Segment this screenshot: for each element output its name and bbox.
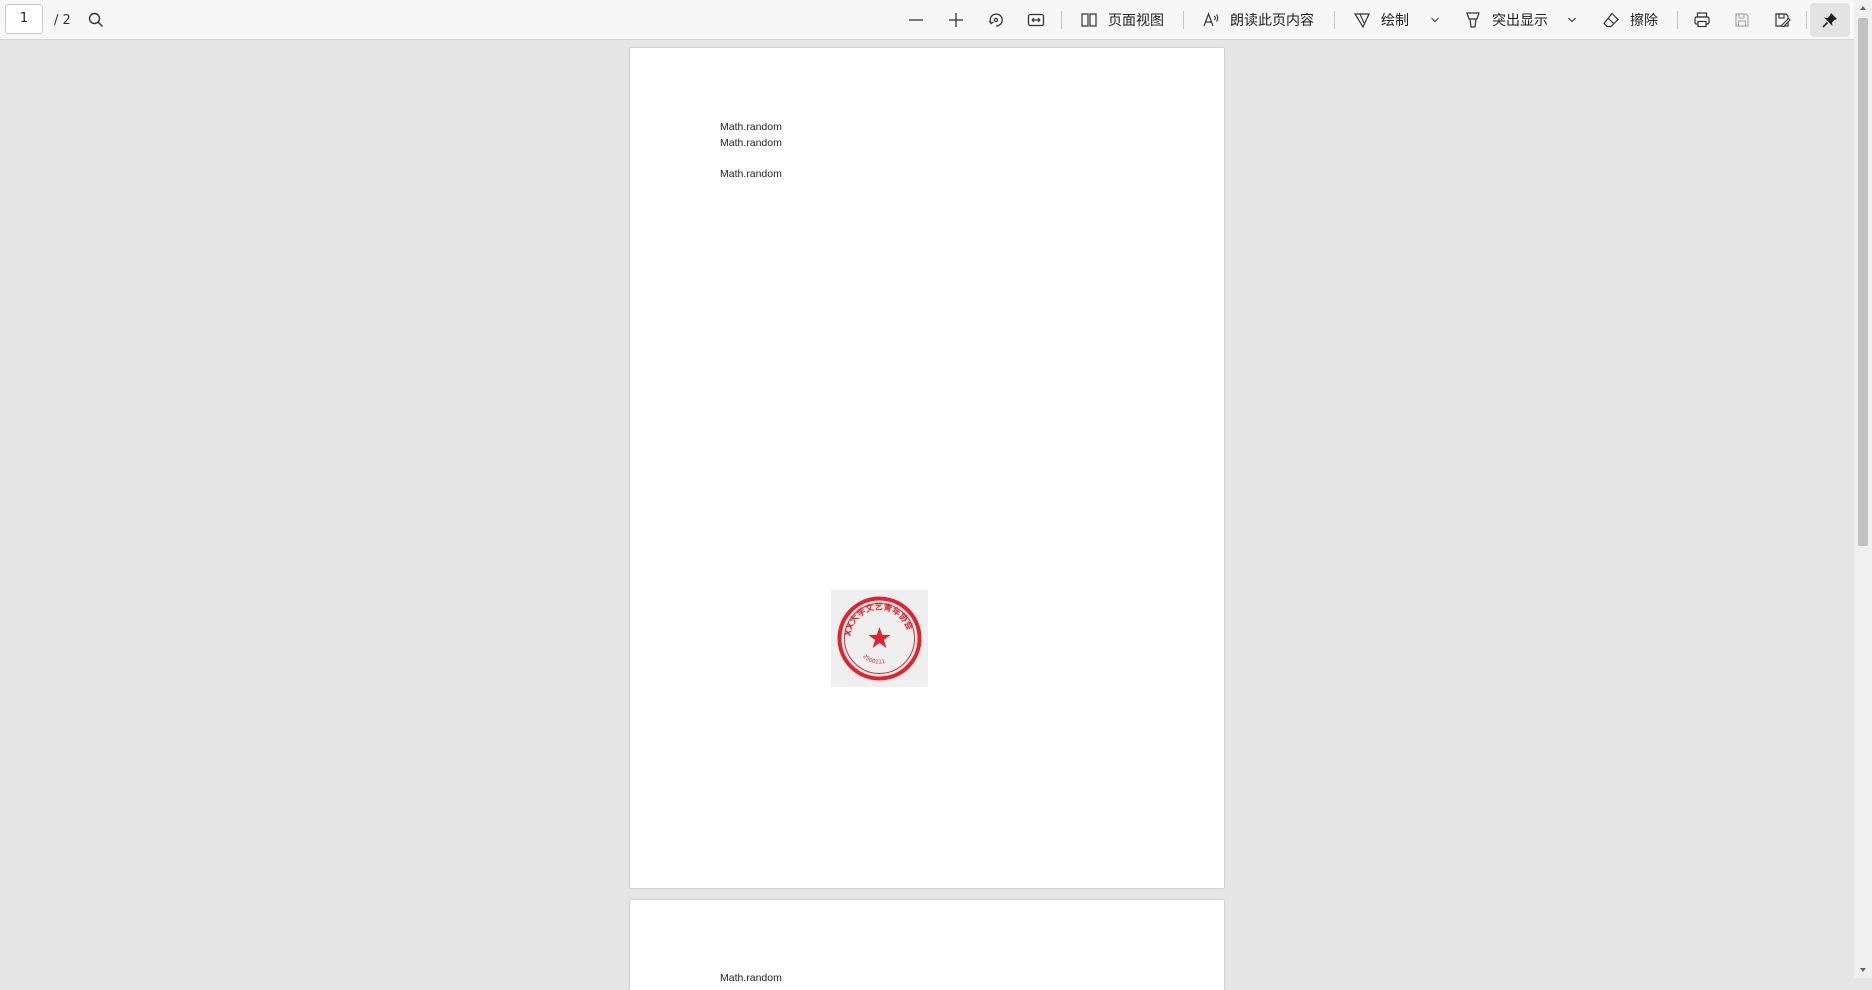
save-as-icon: [1775, 13, 1791, 28]
page-total-label: / 2: [54, 12, 71, 28]
page-view-button[interactable]: 页面视图: [1080, 0, 1164, 40]
chevron-down-icon: [1568, 17, 1576, 23]
pdf-toolbar: 1 / 2 页面视图 朗读此页内容 绘制 突出显示 擦除: [0, 0, 1872, 40]
highlight-dropdown[interactable]: [1567, 0, 1577, 40]
page-text-line: Math.random: [720, 972, 782, 984]
eraser-icon: [1603, 12, 1619, 28]
read-aloud-button[interactable]: 朗读此页内容: [1202, 0, 1314, 40]
scroll-up-button[interactable]: [1854, 0, 1872, 16]
erase-label: 擦除: [1630, 13, 1658, 29]
seal-icon: XX大学文艺青年协会 2500111: [837, 596, 922, 681]
toolbar-divider: [1061, 11, 1062, 29]
save-icon: [1735, 13, 1749, 27]
highlight-button[interactable]: 突出显示: [1464, 0, 1548, 40]
toolbar-divider: [1806, 11, 1807, 29]
fit-width-button[interactable]: [1021, 5, 1051, 35]
read-aloud-label: 朗读此页内容: [1230, 13, 1314, 29]
draw-dropdown[interactable]: [1430, 0, 1440, 40]
rotate-icon: [988, 13, 1003, 27]
toolbar-divider: [1677, 11, 1678, 29]
draw-icon: [1353, 13, 1370, 29]
page-view-icon: [1081, 13, 1097, 27]
page-view-label: 页面视图: [1108, 13, 1164, 29]
page-text-line: Math.random: [720, 137, 782, 149]
page-text-line: Math.random: [720, 168, 782, 180]
zoom-in-button[interactable]: [941, 5, 971, 35]
vertical-scrollbar[interactable]: [1854, 0, 1872, 978]
pdf-page-1: Math.random Math.random Math.random XX大学…: [630, 48, 1224, 888]
page-text-line: Math.random: [720, 121, 782, 133]
highlight-icon: [1466, 12, 1480, 28]
pin-toolbar-button[interactable]: [1810, 3, 1850, 37]
draw-label: 绘制: [1381, 13, 1409, 29]
zoom-in-icon: [949, 13, 963, 27]
zoom-out-icon: [909, 19, 923, 21]
svg-text:2500111: 2500111: [861, 654, 885, 666]
fit-width-icon: [1027, 13, 1045, 27]
rotate-button[interactable]: [981, 5, 1011, 35]
search-button[interactable]: [81, 5, 111, 35]
read-aloud-icon: [1203, 12, 1219, 27]
scrollbar-thumb[interactable]: [1858, 18, 1868, 546]
print-icon: [1694, 12, 1710, 28]
official-seal-image: XX大学文艺青年协会 2500111: [831, 590, 928, 687]
scroll-up-icon: [1860, 6, 1866, 10]
scroll-down-icon: [1860, 968, 1866, 972]
toolbar-divider: [1183, 11, 1184, 29]
pin-icon: [1822, 13, 1837, 28]
chevron-down-icon: [1431, 17, 1439, 23]
print-button[interactable]: [1687, 5, 1717, 35]
page-number-input[interactable]: 1: [5, 4, 43, 34]
save-as-button[interactable]: [1767, 5, 1797, 35]
seal-number-text: 2500111: [861, 654, 885, 666]
save-button[interactable]: [1727, 5, 1757, 35]
scroll-down-button[interactable]: [1854, 962, 1872, 978]
search-icon: [88, 12, 103, 27]
toolbar-divider: [1334, 11, 1335, 29]
document-viewer[interactable]: Math.random Math.random Math.random XX大学…: [0, 40, 1852, 990]
draw-button[interactable]: 绘制: [1353, 0, 1409, 40]
pdf-page-2: Math.random: [630, 900, 1224, 990]
zoom-out-button[interactable]: [901, 5, 931, 35]
highlight-label: 突出显示: [1492, 13, 1548, 29]
erase-button[interactable]: 擦除: [1602, 0, 1658, 40]
